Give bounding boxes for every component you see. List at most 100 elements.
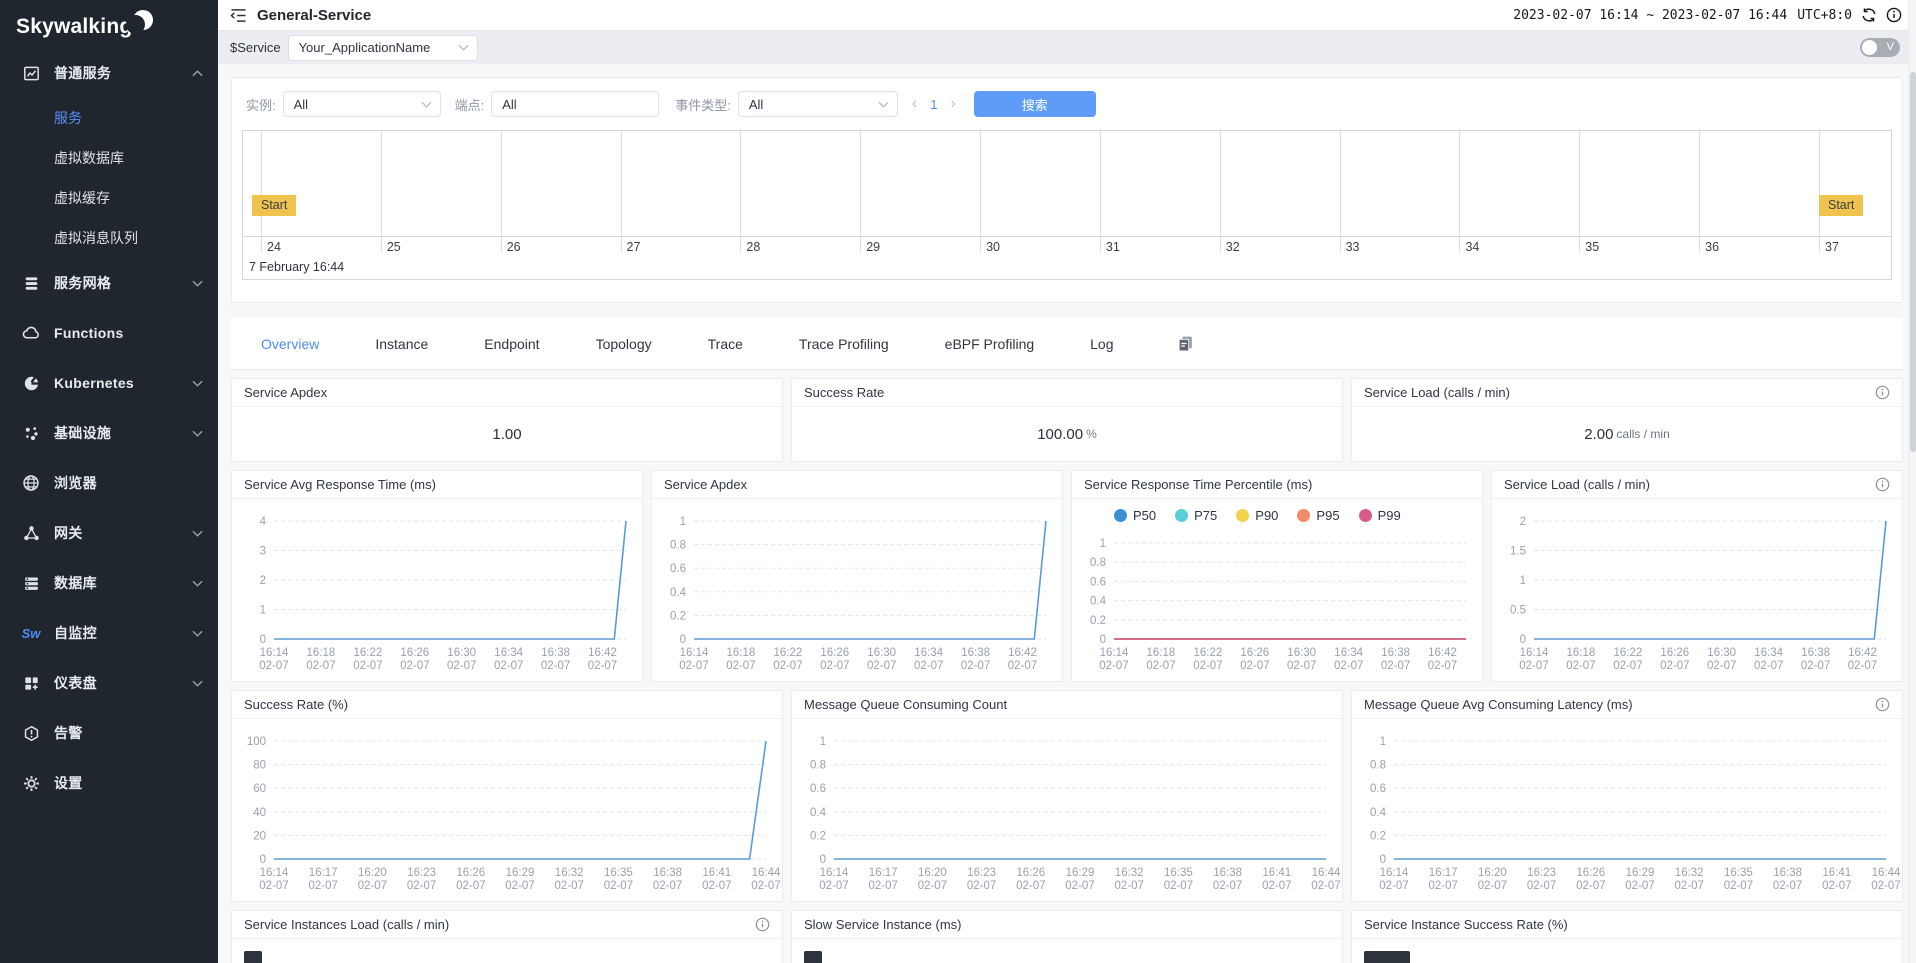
next-page-button[interactable]: › — [950, 95, 955, 113]
svg-text:16:30: 16:30 — [1287, 647, 1316, 659]
gateway-icon — [21, 525, 41, 542]
info-icon[interactable] — [1875, 385, 1890, 400]
svg-text:0.4: 0.4 — [1090, 596, 1107, 608]
svg-text:02-07: 02-07 — [1193, 660, 1222, 672]
svg-text:0: 0 — [260, 634, 266, 646]
dots-icon — [21, 425, 41, 442]
svg-text:16:35: 16:35 — [1724, 867, 1753, 879]
svg-text:02-07: 02-07 — [1674, 880, 1703, 892]
skywalking-logo[interactable]: Skywalking — [0, 0, 218, 48]
version-toggle[interactable]: V — [1860, 38, 1900, 57]
svg-text:16:42: 16:42 — [1008, 647, 1037, 659]
tab-instance[interactable]: Instance — [375, 336, 428, 352]
svg-text:16:34: 16:34 — [494, 647, 523, 659]
timeline-tick-label: 34 — [1465, 240, 1479, 254]
svg-text:0.6: 0.6 — [670, 563, 686, 575]
tab-overview[interactable]: Overview — [261, 336, 319, 352]
tab-log[interactable]: Log — [1090, 336, 1113, 352]
legend-item[interactable]: P99 — [1359, 508, 1401, 523]
prev-page-button[interactable]: ‹ — [912, 95, 917, 113]
event-type-select[interactable]: All — [738, 91, 898, 117]
page-scrollbar[interactable] — [1908, 0, 1916, 963]
svg-text:16:38: 16:38 — [541, 647, 570, 659]
timeline-event-start-badge[interactable]: Start — [1819, 195, 1863, 216]
legend-item[interactable]: P90 — [1236, 508, 1278, 523]
sidebar-item-gateway[interactable]: 网关 — [0, 508, 218, 558]
svg-text:1.5: 1.5 — [1510, 546, 1526, 558]
tab-trace[interactable]: Trace — [708, 336, 743, 352]
card-title-text: Service Instances Load (calls / min) — [244, 917, 449, 932]
sidebar-item-self-observability[interactable]: Sw自监控 — [0, 608, 218, 658]
legend-item[interactable]: P75 — [1175, 508, 1217, 523]
event-type-filter-label: 事件类型: — [675, 95, 731, 114]
info-icon[interactable] — [755, 917, 770, 932]
sidebar-item-alerting[interactable]: 告警 — [0, 708, 218, 758]
svg-text:0.8: 0.8 — [810, 760, 826, 772]
search-button[interactable]: 搜索 — [974, 91, 1096, 117]
sidebar-item-label: 仪表盘 — [54, 673, 97, 693]
chevron-down-icon — [192, 630, 203, 637]
sidebar-subitem[interactable]: 虚拟数据库 — [0, 138, 218, 178]
svg-text:16:38: 16:38 — [961, 647, 990, 659]
svg-text:02-07: 02-07 — [1016, 880, 1045, 892]
svg-text:1: 1 — [260, 605, 266, 617]
sidebar-item-label: 网关 — [54, 523, 83, 543]
current-page[interactable]: 1 — [930, 97, 937, 112]
timeline-gridline — [621, 131, 622, 252]
instance-select[interactable]: All — [283, 91, 441, 117]
sidebar-item-infrastructure[interactable]: 基础设施 — [0, 408, 218, 458]
timeline-event-start-badge[interactable]: Start — [252, 195, 296, 216]
sidebar-item-general-service[interactable]: 普通服务 — [0, 48, 218, 98]
timeline-gridline — [501, 131, 502, 252]
collapse-sidebar-icon[interactable] — [230, 8, 247, 23]
sidebar-item-functions[interactable]: Functions — [0, 308, 218, 358]
legend-item[interactable]: P50 — [1114, 508, 1156, 523]
svg-text:2: 2 — [1520, 516, 1526, 528]
tab-topology[interactable]: Topology — [596, 336, 652, 352]
info-icon[interactable] — [1886, 7, 1902, 23]
sidebar-item-database[interactable]: 数据库 — [0, 558, 218, 608]
legend-item[interactable]: P95 — [1297, 508, 1339, 523]
sidebar-item-settings[interactable]: 设置 — [0, 758, 218, 808]
svg-text:02-07: 02-07 — [1334, 660, 1363, 672]
stat-value: 1.00 — [492, 426, 521, 443]
svg-text:02-07: 02-07 — [1519, 660, 1548, 672]
svg-text:02-07: 02-07 — [726, 660, 755, 672]
card-title-text: Service Apdex — [244, 385, 327, 400]
sidebar-item-service-mesh[interactable]: 服务网格 — [0, 258, 218, 308]
service-select-value: Your_ApplicationName — [299, 40, 431, 55]
scrollbar-thumb[interactable] — [1910, 72, 1916, 452]
tab-trace-profiling[interactable]: Trace Profiling — [799, 336, 889, 352]
chart-card: Service Apdex00.20.40.60.8116:1402-0716:… — [651, 470, 1063, 682]
tab-endpoint[interactable]: Endpoint — [484, 336, 539, 352]
sidebar-subitem[interactable]: 虚拟缓存 — [0, 178, 218, 218]
svg-text:02-07: 02-07 — [820, 660, 849, 672]
sidebar-subitem[interactable]: 虚拟消息队列 — [0, 218, 218, 258]
chevron-down-icon — [192, 380, 203, 387]
event-timeline[interactable]: 7 February 16:44 24252627282930313233343… — [242, 130, 1892, 280]
svg-text:02-07: 02-07 — [1773, 880, 1802, 892]
svg-text:80: 80 — [253, 760, 266, 772]
sidebar-subitem[interactable]: 服务 — [0, 98, 218, 138]
sidebar-item-browser[interactable]: 浏览器 — [0, 458, 218, 508]
copy-dashboard-icon[interactable] — [1176, 334, 1195, 353]
card-title-bar: Message Queue Consuming Count — [792, 691, 1342, 719]
svg-text:02-07: 02-07 — [358, 880, 387, 892]
info-icon[interactable] — [1875, 477, 1890, 492]
stat-value: 100.00 — [1037, 426, 1083, 443]
svg-text:02-07: 02-07 — [1311, 880, 1340, 892]
svg-text:02-07: 02-07 — [306, 660, 335, 672]
line-chart: 02040608010016:1402-0716:1702-0716:2002-… — [232, 719, 782, 901]
time-range[interactable]: 2023-02-07 16:14 ~ 2023-02-07 16:44 — [1513, 8, 1787, 23]
service-select[interactable]: Your_ApplicationName — [288, 35, 478, 61]
tab-ebpf-profiling[interactable]: eBPF Profiling — [945, 336, 1034, 352]
chart-card: Service Instances Load (calls / min) — [231, 910, 783, 963]
sidebar-item-dashboards[interactable]: 仪表盘 — [0, 658, 218, 708]
svg-text:16:20: 16:20 — [358, 867, 387, 879]
svg-text:16:22: 16:22 — [1614, 647, 1643, 659]
info-icon[interactable] — [1875, 697, 1890, 712]
refresh-icon[interactable] — [1861, 7, 1877, 23]
sidebar-item-kubernetes[interactable]: Kubernetes — [0, 358, 218, 408]
endpoint-input[interactable] — [491, 91, 659, 117]
sidebar-menu: 普通服务服务虚拟数据库虚拟缓存虚拟消息队列服务网格FunctionsKubern… — [0, 48, 218, 808]
